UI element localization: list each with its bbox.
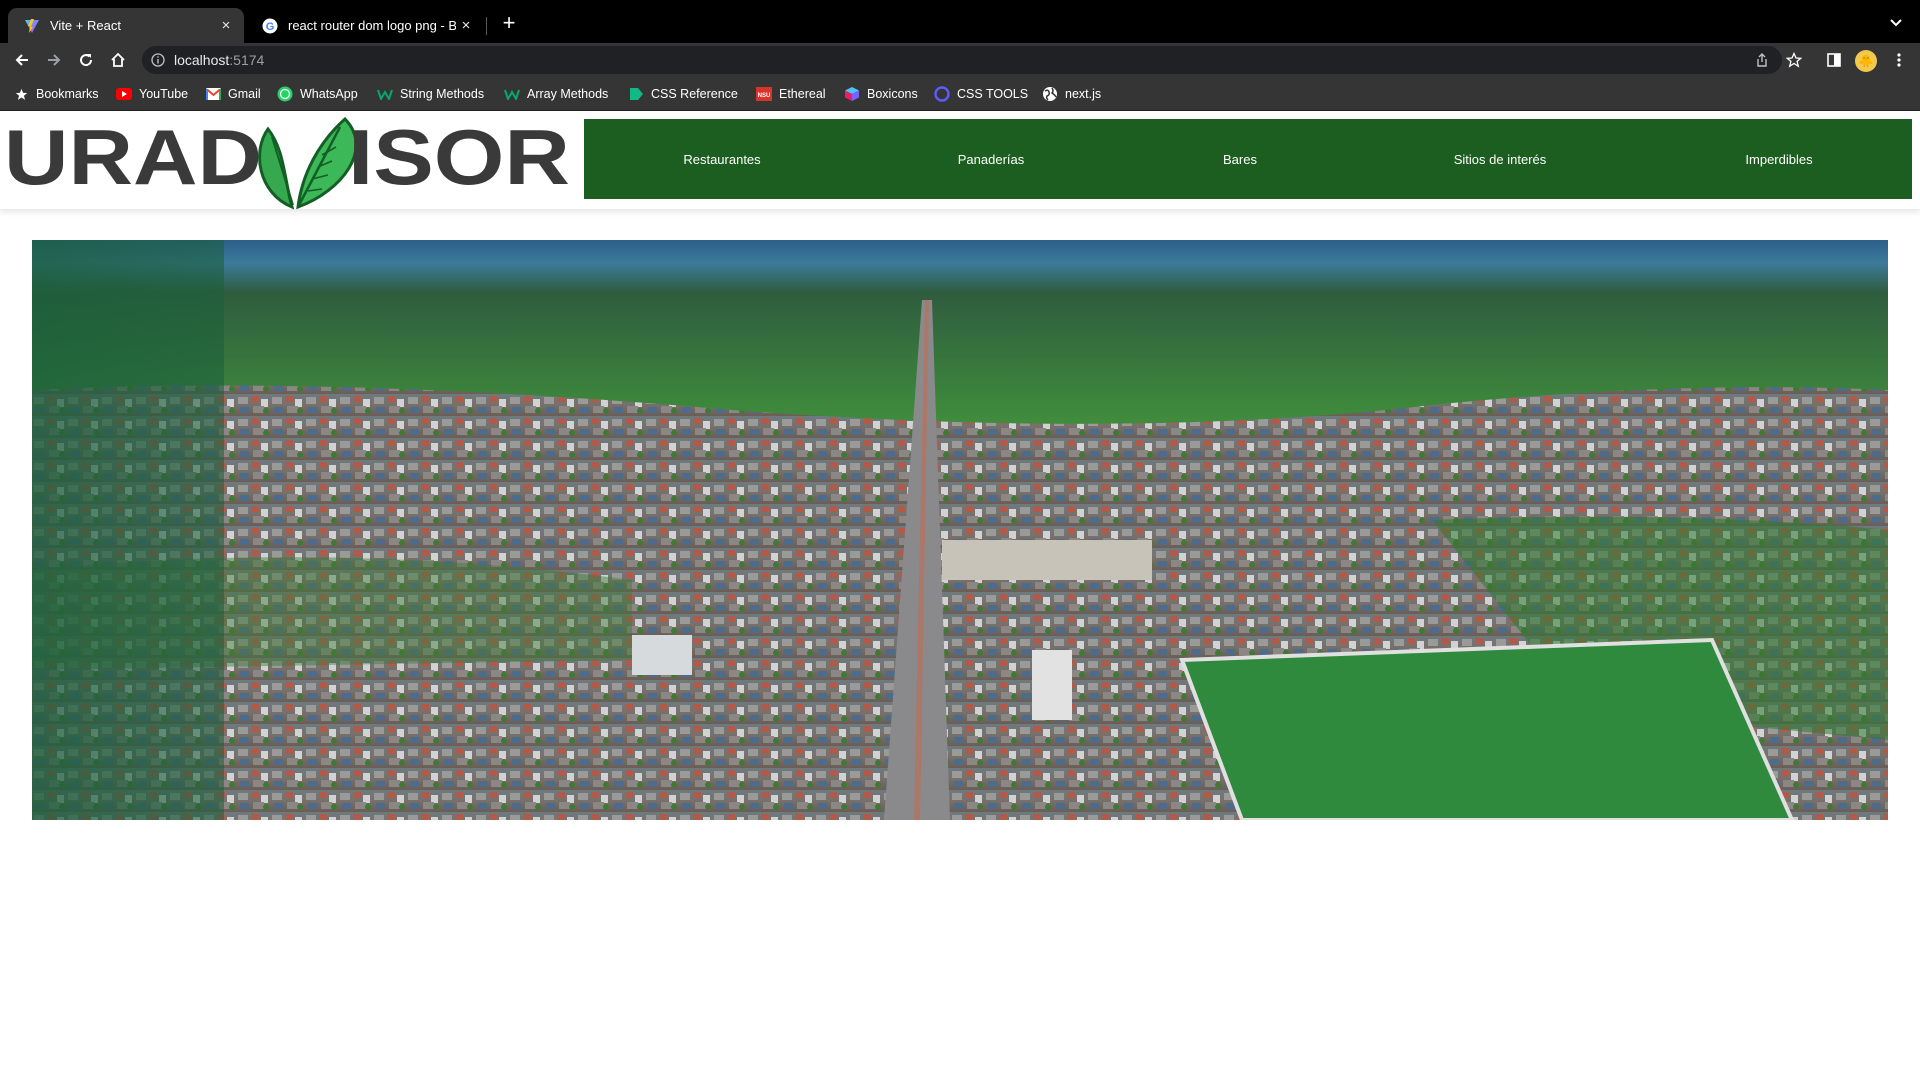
info-icon[interactable]: [150, 52, 166, 68]
url-host: localhost: [174, 52, 230, 68]
hero-city-aerial-image: [32, 240, 1888, 820]
site-header: URAD ISOR Restaurantes Panaderías Bares …: [0, 111, 1920, 211]
address-bar[interactable]: localhost:5174: [142, 46, 1782, 74]
star-icon: [13, 86, 29, 102]
nav-sitios-de-interes[interactable]: Sitios de interés: [1454, 119, 1547, 199]
svg-text:NSU: NSU: [758, 93, 771, 99]
bookmark-string-methods[interactable]: String Methods: [377, 77, 484, 111]
w3-icon: [377, 86, 393, 102]
boxicons-icon: [844, 86, 860, 102]
bookmark-youtube[interactable]: YouTube: [116, 77, 188, 111]
whatsapp-icon: [277, 86, 293, 102]
bookmark-ethereal[interactable]: NSU Ethereal: [756, 77, 826, 111]
bookmark-label: next.js: [1065, 87, 1102, 101]
logo-text-left: URAD: [4, 115, 262, 201]
bookmark-label: Boxicons: [867, 87, 918, 101]
reload-icon[interactable]: [73, 47, 99, 73]
bookmark-nextjs[interactable]: next.js: [1042, 77, 1101, 111]
css-reference-icon: [628, 86, 644, 102]
globe-icon: [1042, 86, 1058, 102]
kebab-menu-icon[interactable]: [1886, 47, 1912, 73]
bookmark-label: Gmail: [228, 87, 261, 101]
bookmark-array-methods[interactable]: Array Methods: [504, 77, 608, 111]
bookmark-gmail[interactable]: Gmail: [205, 77, 261, 111]
vite-logo-icon: [24, 18, 40, 34]
home-icon[interactable]: [105, 47, 131, 73]
bookmark-label: Ethereal: [779, 87, 826, 101]
browser-toolbar: localhost:5174 🐥: [0, 43, 1920, 77]
bookmark-label: String Methods: [400, 87, 485, 101]
tab-search-chevron-icon[interactable]: [1886, 12, 1906, 32]
google-g-icon: G: [262, 18, 278, 34]
bookmarks-bar: Bookmarks YouTube Gmail WhatsApp String …: [0, 77, 1920, 111]
bookmark-label: CSS Reference: [651, 87, 738, 101]
ethereal-icon: NSU: [756, 86, 772, 102]
profile-avatar[interactable]: 🐥: [1855, 50, 1877, 72]
logo-text-right: ISOR: [348, 115, 570, 201]
page-content: URAD ISOR Restaurantes Panaderías Bares …: [0, 111, 1920, 1080]
gmail-icon: [205, 86, 221, 102]
bookmark-css-tools[interactable]: CSS TOOLS: [934, 77, 1028, 111]
svg-text:G: G: [266, 21, 275, 33]
new-tab-button[interactable]: +: [496, 10, 522, 36]
bookmark-label: Bookmarks: [36, 87, 99, 101]
tab-separator: [486, 17, 487, 35]
youtube-icon: [116, 86, 132, 102]
tab-title: Vite + React: [50, 18, 121, 33]
tab-react-router[interactable]: G react router dom logo png - Bu ×: [246, 8, 484, 43]
main-navbar: Restaurantes Panaderías Bares Sitios de …: [584, 119, 1912, 199]
url-text: localhost:5174: [174, 52, 264, 68]
tab-title: react router dom logo png - Bu: [288, 18, 456, 33]
close-tab-icon[interactable]: ×: [216, 16, 236, 36]
bookmark-label: Array Methods: [527, 87, 609, 101]
nav-bares[interactable]: Bares: [1223, 119, 1257, 199]
nav-restaurantes[interactable]: Restaurantes: [683, 119, 760, 199]
close-tab-icon[interactable]: ×: [456, 16, 476, 36]
bookmark-star-icon[interactable]: [1781, 47, 1807, 73]
w3-icon: [504, 86, 520, 102]
bookmark-label: CSS TOOLS: [957, 87, 1029, 101]
share-icon[interactable]: [1754, 52, 1770, 73]
url-port: :5174: [229, 52, 265, 68]
leaf-v-icon: [258, 116, 358, 210]
tab-vite-react[interactable]: Vite + React ×: [8, 8, 244, 43]
nav-panaderias[interactable]: Panaderías: [958, 119, 1025, 199]
nav-imperdibles[interactable]: Imperdibles: [1745, 119, 1812, 199]
bookmark-label: WhatsApp: [300, 87, 358, 101]
css-tools-icon: [934, 86, 950, 102]
uradvisor-logo[interactable]: URAD ISOR: [2, 113, 574, 211]
bookmark-bookmarks[interactable]: Bookmarks: [13, 77, 99, 111]
bookmark-whatsapp[interactable]: WhatsApp: [277, 77, 358, 111]
side-panel-icon[interactable]: [1821, 47, 1847, 73]
back-arrow-icon[interactable]: [9, 47, 35, 73]
bookmark-css-reference[interactable]: CSS Reference: [628, 77, 738, 111]
forward-arrow-icon[interactable]: [41, 47, 67, 73]
bookmark-boxicons[interactable]: Boxicons: [844, 77, 918, 111]
tab-strip: Vite + React × G react router dom logo p…: [0, 0, 1920, 43]
bookmark-label: YouTube: [139, 87, 189, 101]
